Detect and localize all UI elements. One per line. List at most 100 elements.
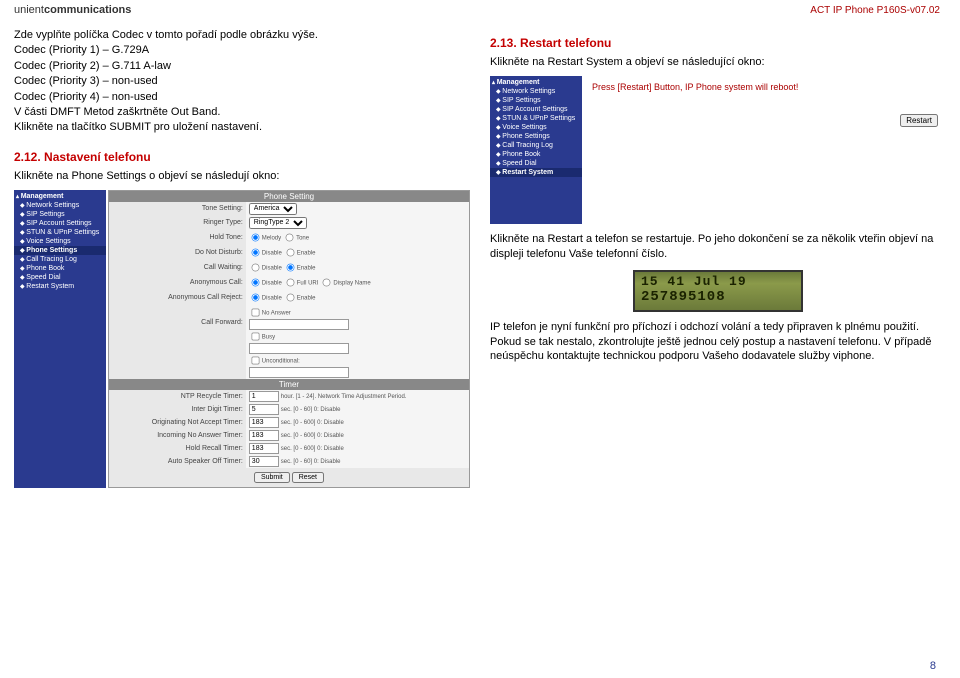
sidebar-item-call-tracing[interactable]: Call Tracing Log [490,141,582,150]
check-cf-noanswer[interactable] [251,308,259,316]
suffix-incoming-na: sec. [0 - 600] 0: Disable [281,433,344,439]
input-hold-recall[interactable] [249,443,279,454]
sidebar-nav-right: Management Network Settings SIP Settings… [490,76,582,224]
sidebar-nav-left: Management Network Settings SIP Settings… [14,190,106,488]
sidebar-item-phone-settings[interactable]: Phone Settings [490,132,582,141]
radio-anon-full[interactable] [286,278,294,286]
opt-cw-enable: Enable [297,265,316,271]
sidebar-item-network[interactable]: Network Settings [490,87,582,96]
sidebar-item-voice[interactable]: Voice Settings [490,123,582,132]
radio-anonr-enable[interactable] [286,293,294,301]
intro-line: Codec (Priority 3) – non-used [14,74,470,89]
input-interdigit[interactable] [249,404,279,415]
intro-line: Codec (Priority 2) – G.711 A-law [14,59,470,74]
radio-dnd-enable[interactable] [286,248,294,256]
input-cf-noanswer[interactable] [249,319,349,330]
suffix-hold-recall: sec. [0 - 600] 0: Disable [281,446,344,452]
section-sub-213: Klikněte na Restart System a objeví se n… [490,56,946,68]
opt-cf-noanswer: No Answer [262,310,291,316]
label-dnd: Do Not Disturb: [109,245,246,260]
sidebar-item-restart[interactable]: Restart System [490,168,582,177]
input-incoming-na[interactable] [249,430,279,441]
lcd-line-1: 15 41 Jul 19 [641,274,795,290]
brand-suffix: communications [44,4,131,16]
sidebar-item-voice[interactable]: Voice Settings [14,237,106,246]
suffix-orig-na: sec. [0 - 600] 0: Disable [281,420,344,426]
label-interdigit: Inter Digit Timer: [109,403,246,416]
label-orig-na: Originating Not Accept Timer: [109,416,246,429]
opt-anonr-enable: Enable [297,295,316,301]
reset-button[interactable]: Reset [292,472,324,483]
check-cf-uncond[interactable] [251,356,259,364]
radio-cw-enable[interactable] [286,263,294,271]
sidebar-item-speed-dial[interactable]: Speed Dial [14,273,106,282]
opt-anon-display: Display Name [333,280,370,286]
opt-hold-tone: Tone [296,235,309,241]
input-orig-na[interactable] [249,417,279,428]
sidebar-item-stun[interactable]: STUN & UPnP Settings [14,228,106,237]
suffix-auto-speaker: sec. [0 - 60] 0: Disable [281,459,341,465]
label-hold-tone: Hold Tone: [109,230,246,245]
radio-anon-disable[interactable] [251,278,259,286]
opt-anon-disable: Disable [262,280,282,286]
intro-line: Zde vyplňte políčka Codec v tomto pořadí… [14,28,470,43]
sidebar-item-phone-book[interactable]: Phone Book [14,264,106,273]
radio-anonr-disable[interactable] [251,293,259,301]
sidebar-item-speed-dial[interactable]: Speed Dial [490,159,582,168]
label-tone-setting: Tone Setting: [109,202,246,216]
intro-line: Codec (Priority 4) – non-used [14,90,470,105]
sidebar-item-sip-account[interactable]: SIP Account Settings [490,105,582,114]
input-ntp[interactable] [249,391,279,402]
label-ringer-type: Ringer Type: [109,216,246,230]
sidebar-item-phone-book[interactable]: Phone Book [490,150,582,159]
brand-logo: unientcommunications [14,4,131,16]
label-call-forward: Call Forward: [109,305,246,379]
radio-anon-display[interactable] [323,278,331,286]
sidebar-item-stun[interactable]: STUN & UPnP Settings [490,114,582,123]
sidebar-item-management[interactable]: Management [490,78,582,87]
label-incoming-na: Incoming No Answer Timer: [109,429,246,442]
input-cf-busy[interactable] [249,343,349,354]
sidebar-item-management[interactable]: Management [14,192,106,201]
section-heading-212: 2.12. Nastavení telefonu [14,150,470,164]
opt-anonr-disable: Disable [262,295,282,301]
sidebar-item-call-tracing[interactable]: Call Tracing Log [14,255,106,264]
restart-message: Press [Restart] Button, IP Phone system … [592,82,938,92]
input-cf-uncond[interactable] [249,367,349,378]
sidebar-item-restart[interactable]: Restart System [14,282,106,291]
model-label: ACT IP Phone P160S-v07.02 [810,5,940,16]
intro-line: V části DMFT Metod zaškrtněte Out Band. [14,105,470,120]
label-anon-reject: Anonymous Call Reject: [109,290,246,305]
opt-dnd-enable: Enable [297,250,316,256]
select-tone-setting[interactable]: America [249,203,297,215]
input-auto-speaker[interactable] [249,456,279,467]
panel-title-phone: Phone Setting [109,191,469,202]
radio-hold-tone[interactable] [286,233,294,241]
check-cf-busy[interactable] [251,332,259,340]
restart-ui: Management Network Settings SIP Settings… [490,76,946,224]
section-heading-213: 2.13. Restart telefonu [490,36,946,50]
lcd-line-2: 257895108 [641,289,795,306]
radio-dnd-disable[interactable] [251,248,259,256]
restart-button[interactable]: Restart [900,114,938,127]
sidebar-item-sip[interactable]: SIP Settings [14,210,106,219]
phone-settings-ui: Management Network Settings SIP Settings… [14,190,470,488]
opt-hold-melody: Melody [262,235,281,241]
opt-cf-uncond: Unconditional: [262,358,300,364]
intro-block: Zde vyplňte políčka Codec v tomto pořadí… [14,28,470,136]
para-conclusion: IP telefon je nyní funkční pro příchozí … [490,320,946,365]
phone-setting-panel: Phone Setting Tone Setting: America Ring… [108,190,470,488]
sidebar-item-sip-account[interactable]: SIP Account Settings [14,219,106,228]
page-number: 8 [930,660,936,672]
opt-cw-disable: Disable [262,265,282,271]
select-ringer-type[interactable]: RingType 2 [249,217,307,229]
sidebar-item-sip[interactable]: SIP Settings [490,96,582,105]
panel-title-timer: Timer [109,379,469,390]
sidebar-item-phone-settings[interactable]: Phone Settings [14,246,106,255]
sidebar-item-network[interactable]: Network Settings [14,201,106,210]
radio-hold-melody[interactable] [251,233,259,241]
radio-cw-disable[interactable] [251,263,259,271]
section-sub-212: Klikněte na Phone Settings o objeví se n… [14,170,470,182]
label-auto-speaker: Auto Speaker Off Timer: [109,455,246,468]
submit-button[interactable]: Submit [254,472,290,483]
